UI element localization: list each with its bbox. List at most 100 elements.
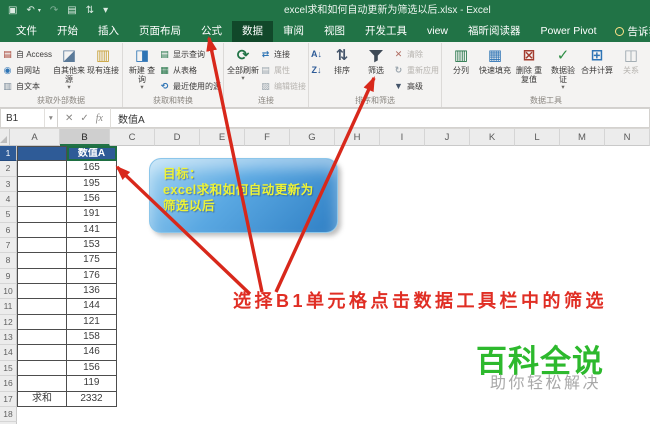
save-icon[interactable]: ▣ <box>8 5 17 16</box>
formula-input[interactable]: 数值A <box>110 108 650 128</box>
ribbon-button-分列[interactable]: ▥ 分列 <box>444 43 478 75</box>
tab-福昕阅读器[interactable]: 福昕阅读器 <box>458 21 531 42</box>
ribbon-button-sort[interactable]: Z↓ <box>311 62 325 78</box>
tab-view[interactable]: view <box>417 21 458 42</box>
row-header-8[interactable]: 8 <box>0 253 17 269</box>
cell-B3[interactable]: 195 <box>67 176 117 193</box>
row-header-4[interactable]: 4 <box>0 192 17 208</box>
column-header-D[interactable]: D <box>155 129 200 146</box>
ribbon-button-排序[interactable]: ⇅ 排序 <box>325 43 359 75</box>
tab-开发工具[interactable]: 开发工具 <box>355 21 417 42</box>
cell-B6[interactable]: 141 <box>67 222 117 239</box>
ribbon-button-重新应用[interactable]: ↻ 重新应用 <box>393 62 439 78</box>
column-header-K[interactable]: K <box>470 129 515 146</box>
tab-数据[interactable]: 数据 <box>232 21 273 42</box>
ribbon-button-从表格[interactable]: ▦ 从表格 <box>159 62 221 78</box>
ribbon-button-删除重复值[interactable]: ⊠ 删除 重复值 <box>512 43 546 84</box>
tab-Power Pivot[interactable]: Power Pivot <box>531 21 607 42</box>
ribbon-button-自文本[interactable]: ▥ 自文本 <box>2 78 52 94</box>
cell-B12[interactable]: 121 <box>67 314 117 331</box>
row-header-6[interactable]: 6 <box>0 222 17 239</box>
cell-B10[interactable]: 136 <box>67 284 117 300</box>
ribbon-button-筛选[interactable]: 筛选 <box>359 43 393 75</box>
ribbon-button-全部刷新[interactable]: ⟳ 全部刷新 ▾ <box>226 43 260 83</box>
tab-公式[interactable]: 公式 <box>191 21 232 42</box>
cell-B15[interactable]: 156 <box>67 360 117 377</box>
cell-B17[interactable]: 2332 <box>67 391 117 407</box>
preview-icon[interactable]: ▤ <box>67 5 76 16</box>
cell-A1[interactable] <box>17 146 67 162</box>
cell-A14[interactable] <box>17 345 67 361</box>
ribbon-button-连接[interactable]: ⇄ 连接 <box>260 46 306 62</box>
enter-icon[interactable]: ✓ <box>80 113 88 124</box>
column-header-E[interactable]: E <box>200 129 245 146</box>
cell-B14[interactable]: 146 <box>67 345 117 361</box>
cell-B1[interactable]: 数值A <box>67 146 117 162</box>
row-header-17[interactable]: 17 <box>0 391 17 407</box>
ribbon-button-属性[interactable]: ▤ 属性 <box>260 62 306 78</box>
row-header-2[interactable]: 2 <box>0 161 17 177</box>
ribbon-button-编辑链接[interactable]: ▨ 编辑链接 <box>260 78 306 94</box>
tab-视图[interactable]: 视图 <box>314 21 355 42</box>
cell-A11[interactable] <box>17 299 67 315</box>
column-header-G[interactable]: G <box>290 129 335 146</box>
column-header-I[interactable]: I <box>380 129 425 146</box>
cell-A17[interactable]: 求和 <box>17 391 67 407</box>
row-header-11[interactable]: 11 <box>0 299 17 315</box>
cell-B8[interactable]: 175 <box>67 253 117 269</box>
column-header-M[interactable]: M <box>560 129 605 146</box>
cell-A6[interactable] <box>17 222 67 239</box>
ribbon-button-自其他来源[interactable]: ◪ 自其他来 源 ▾ <box>52 43 86 92</box>
tab-页面布局[interactable]: 页面布局 <box>129 21 191 42</box>
row-header-12[interactable]: 12 <box>0 314 17 331</box>
column-header-F[interactable]: F <box>245 129 290 146</box>
tab-文件[interactable]: 文件 <box>6 21 47 42</box>
row-header-18[interactable]: 18 <box>0 406 17 423</box>
tell-me-box[interactable]: 告诉我你想要做什么 <box>607 21 650 42</box>
select-all-corner[interactable] <box>0 129 10 146</box>
column-header-B[interactable]: B <box>60 129 110 146</box>
sort-icon[interactable]: ⇅ <box>86 5 94 16</box>
ribbon-button-高级[interactable]: ▼ 高级 <box>393 78 439 94</box>
column-header-L[interactable]: L <box>515 129 560 146</box>
ribbon-button-合并计算[interactable]: ⊞ 合并计算 <box>580 43 614 75</box>
row-header-13[interactable]: 13 <box>0 330 17 346</box>
name-box[interactable]: B1 ▼ <box>0 108 58 128</box>
cell-A8[interactable] <box>17 253 67 269</box>
ribbon-button-自网站[interactable]: ◉ 自网站 <box>2 62 52 78</box>
cell-A13[interactable] <box>17 330 67 346</box>
cell-A10[interactable] <box>17 284 67 300</box>
cell-A9[interactable] <box>17 268 67 285</box>
ribbon-button-自 Access[interactable]: ▤ 自 Access <box>2 46 52 62</box>
cell-A4[interactable] <box>17 192 67 208</box>
customize-qat-icon[interactable]: ▾ <box>103 5 108 16</box>
cell-A16[interactable] <box>17 376 67 392</box>
cell-B5[interactable]: 191 <box>67 207 117 223</box>
column-header-A[interactable]: A <box>10 129 60 146</box>
name-box-dropdown-icon[interactable]: ▼ <box>43 109 57 127</box>
ribbon-button-新建查询[interactable]: ◨ 新建 查询 ▾ <box>125 43 159 92</box>
cell-A15[interactable] <box>17 360 67 377</box>
ribbon-button-sort[interactable]: A↓ <box>311 46 325 62</box>
cell-B11[interactable]: 144 <box>67 299 117 315</box>
cell-B7[interactable]: 153 <box>67 238 117 254</box>
cell-B2[interactable]: 165 <box>67 161 117 177</box>
cell-B16[interactable]: 119 <box>67 376 117 392</box>
cell-B9[interactable]: 176 <box>67 268 117 285</box>
row-header-16[interactable]: 16 <box>0 376 17 392</box>
column-header-N[interactable]: N <box>605 129 650 146</box>
column-header-C[interactable]: C <box>110 129 155 146</box>
tab-插入[interactable]: 插入 <box>88 21 129 42</box>
row-header-9[interactable]: 9 <box>0 268 17 285</box>
insert-function-icon[interactable]: fx <box>96 113 103 124</box>
row-header-1[interactable]: 1 <box>0 146 17 162</box>
ribbon-button-现有连接[interactable]: ▥ 现有连接 <box>86 43 120 75</box>
ribbon-button-数据验证[interactable]: ✓ 数据验 证 ▾ <box>546 43 580 92</box>
row-header-15[interactable]: 15 <box>0 360 17 377</box>
ribbon-button-关系[interactable]: ◫ 关系 <box>614 43 648 75</box>
cell-B13[interactable]: 158 <box>67 330 117 346</box>
undo-icon[interactable]: ↶ <box>26 5 34 16</box>
row-header-5[interactable]: 5 <box>0 207 17 223</box>
redo-icon[interactable]: ↷ <box>50 5 58 16</box>
cancel-icon[interactable]: ✕ <box>65 113 73 124</box>
